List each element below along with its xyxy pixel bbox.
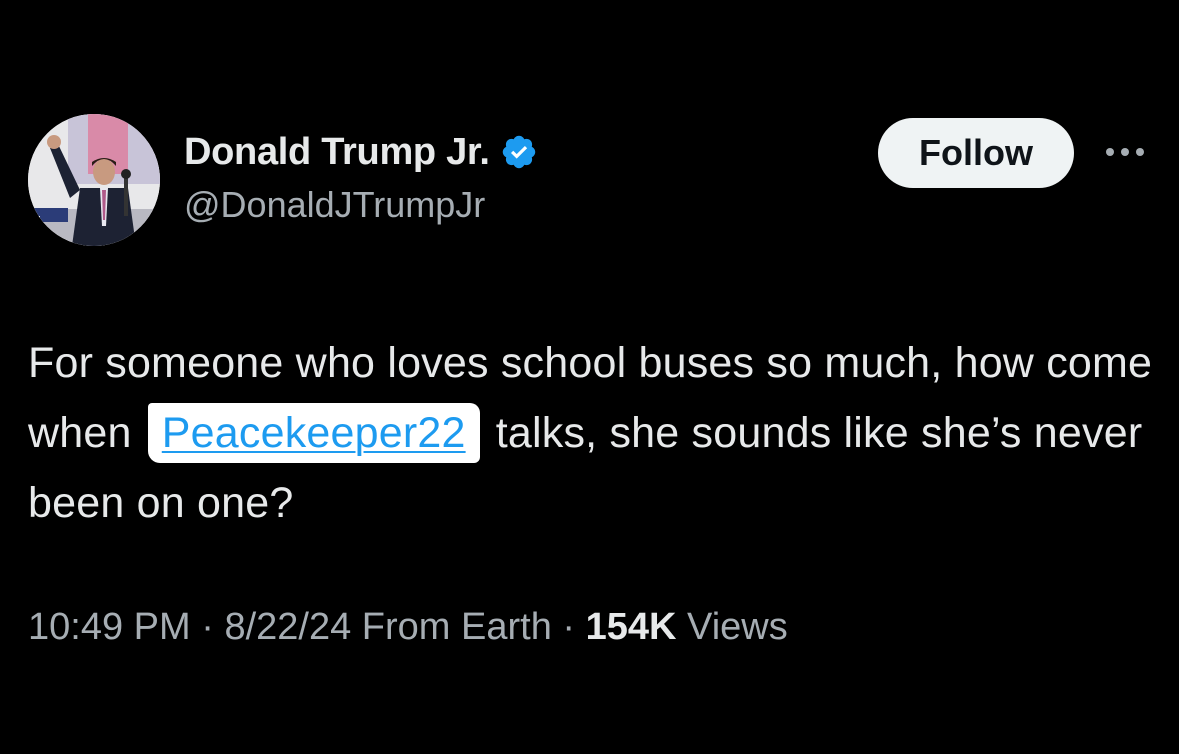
mention-link[interactable]: Peacekeeper22 <box>162 409 466 457</box>
tweet-time[interactable]: 10:49 PM <box>28 606 191 648</box>
mention-highlight: Peacekeeper22 <box>147 403 480 463</box>
avatar[interactable] <box>28 114 160 246</box>
verified-badge-icon[interactable] <box>500 133 538 171</box>
meta-separator-2: · <box>562 606 576 648</box>
views-count[interactable]: 154K <box>586 606 677 648</box>
tweet: Donald Trump Jr. @DonaldJTrumpJr Follow … <box>0 0 1179 754</box>
author-name-row: Donald Trump Jr. <box>184 128 538 176</box>
follow-button[interactable]: Follow <box>878 118 1074 188</box>
tweet-source: From Earth <box>361 606 552 648</box>
views-label: Views <box>687 606 788 648</box>
tweet-date[interactable]: 8/22/24 <box>224 606 351 648</box>
author-display-name[interactable]: Donald Trump Jr. <box>184 131 490 174</box>
tweet-text: For someone who loves school buses so mu… <box>28 328 1158 538</box>
more-options-icon[interactable] <box>1102 142 1148 162</box>
tweet-meta: 10:49 PM · 8/22/24 From Earth · 154K Vie… <box>28 606 788 649</box>
author-handle[interactable]: @DonaldJTrumpJr <box>184 184 485 226</box>
meta-separator: · <box>201 606 214 648</box>
avatar-image <box>28 114 160 246</box>
